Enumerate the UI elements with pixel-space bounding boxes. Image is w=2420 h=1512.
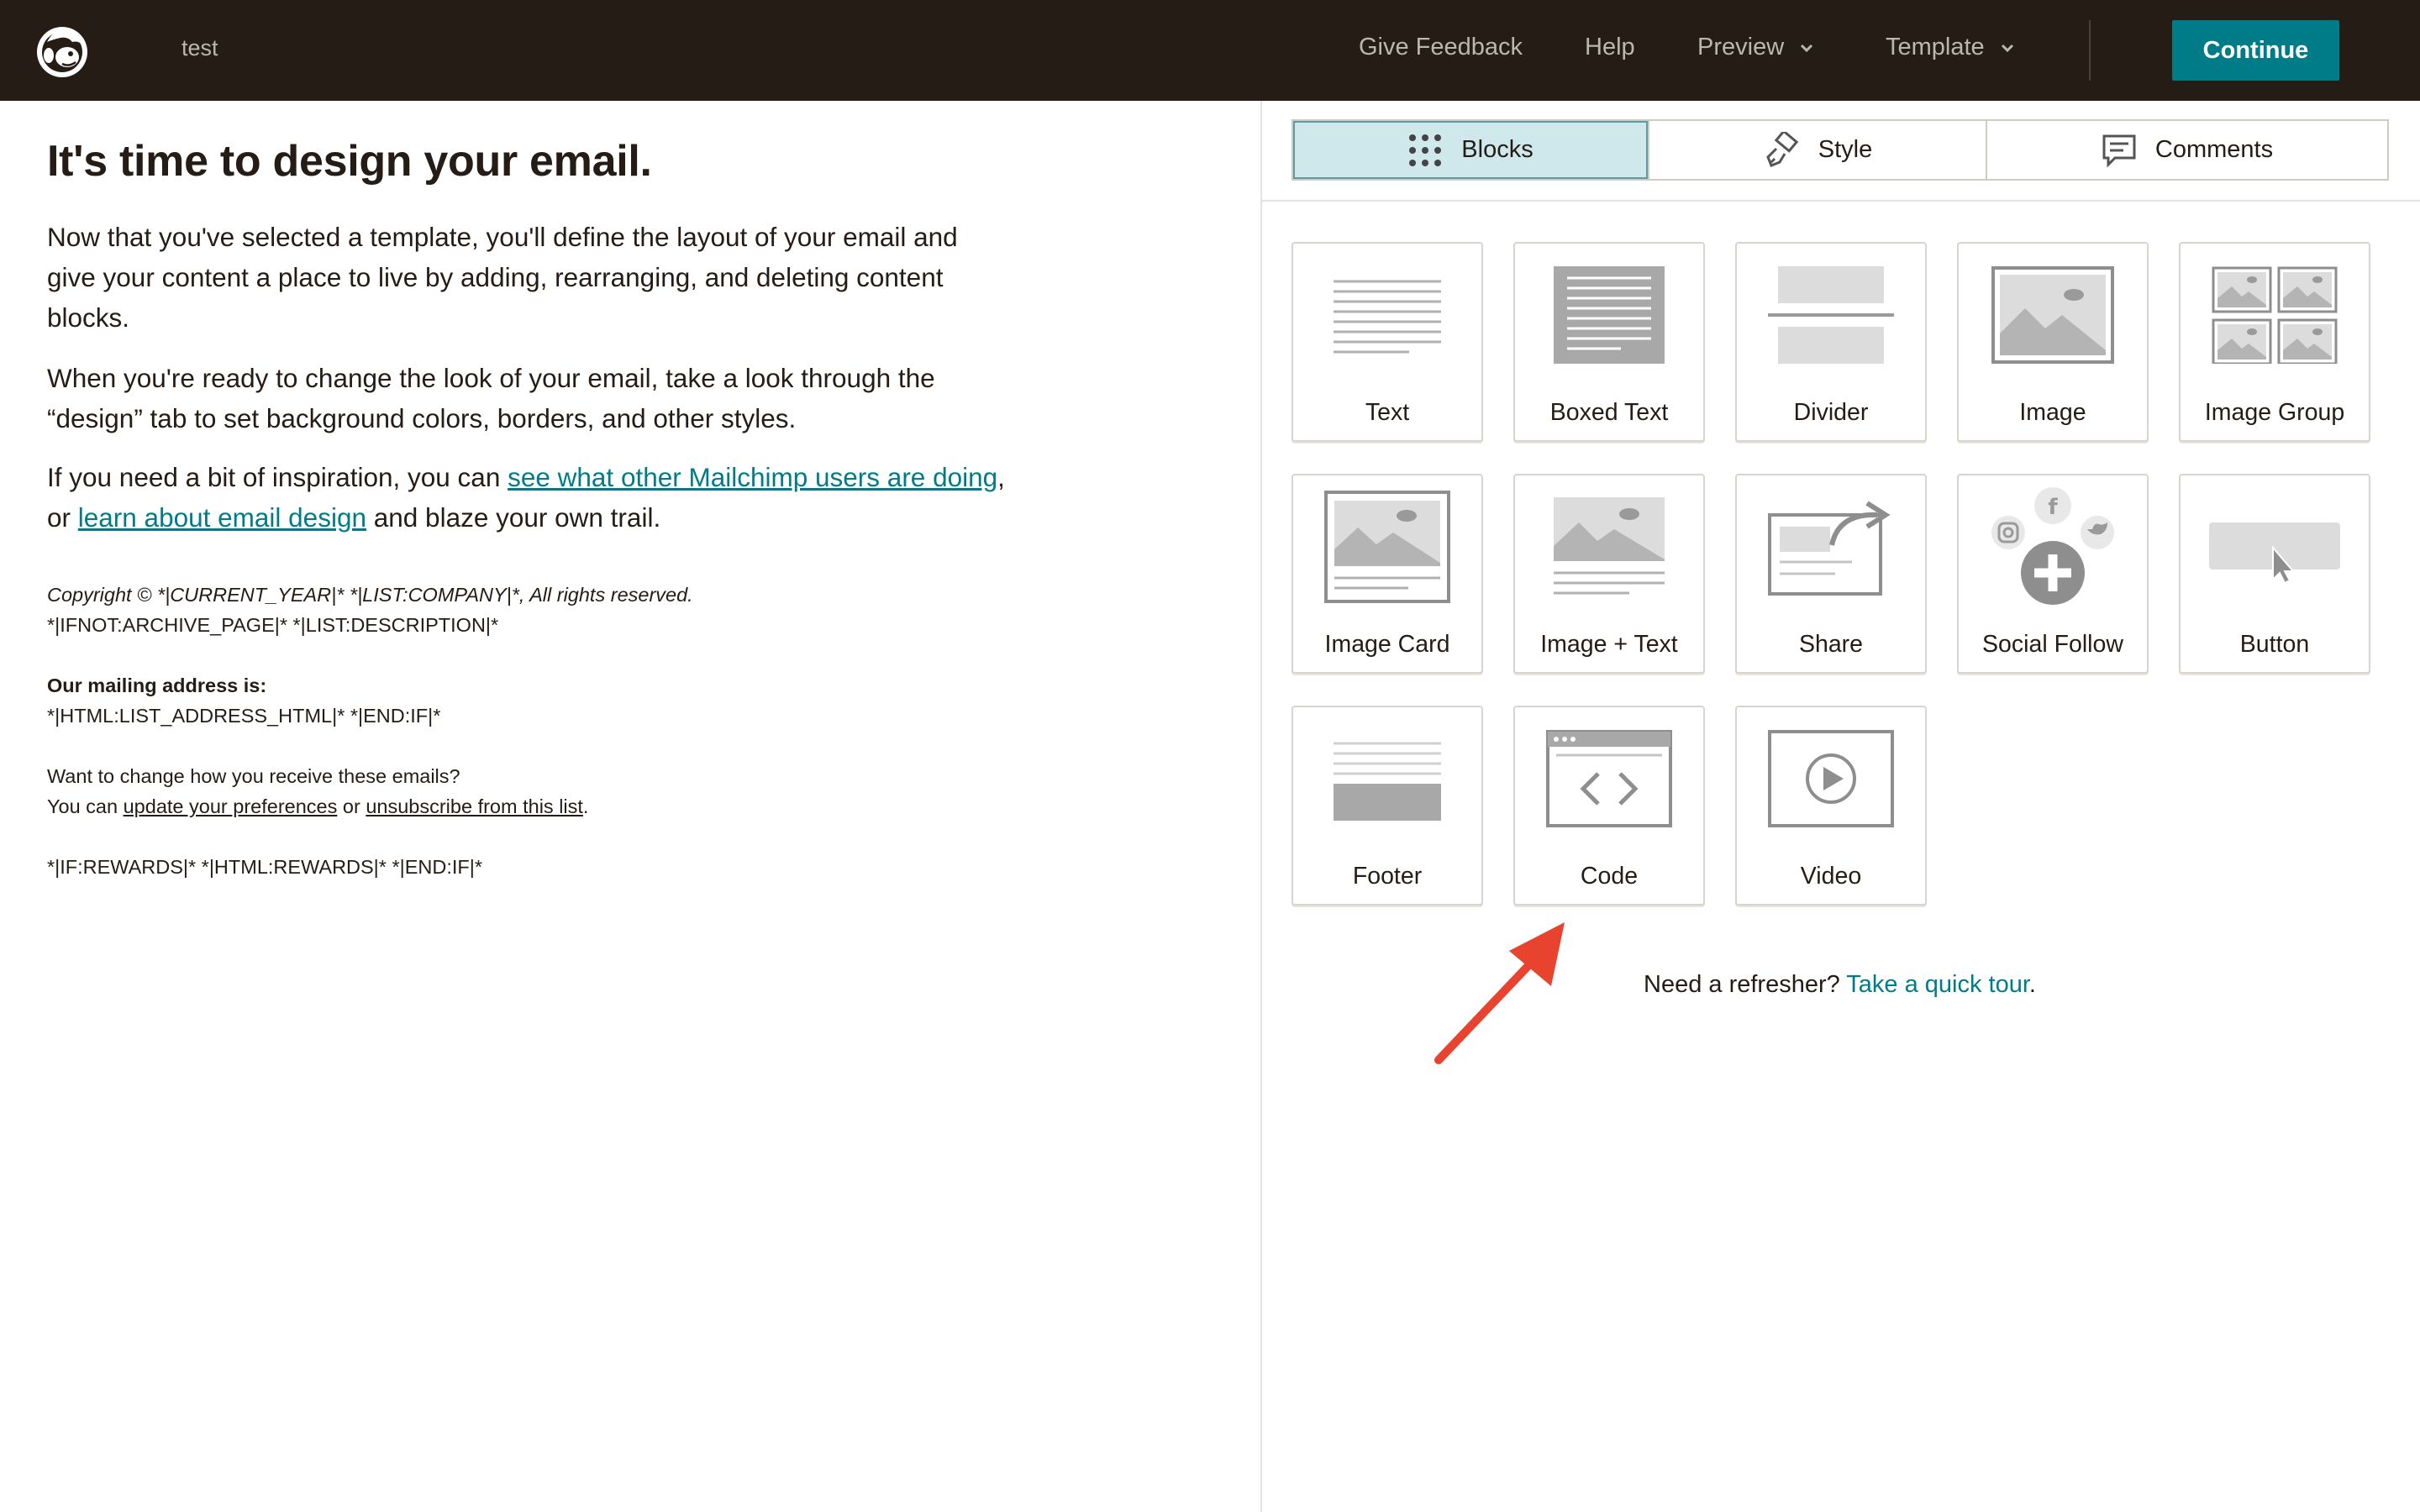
- archive-merge-line: *|IFNOT:ARCHIVE_PAGE|* *|LIST:DESCRIPTIO…: [47, 614, 499, 636]
- tab-comments[interactable]: Comments: [1987, 121, 2387, 179]
- topbar-divider: [2089, 20, 2091, 81]
- refresher-line: Need a refresher? Take a quick tour.: [1644, 971, 2036, 999]
- red-arrow-pointer-icon: [1434, 922, 1565, 1064]
- help-label: Help: [1585, 34, 1635, 60]
- block-code[interactable]: Code: [1513, 706, 1705, 906]
- social-follow-icon: f: [1959, 475, 2147, 618]
- or-text: or: [337, 795, 366, 817]
- block-label: Share: [1798, 631, 1864, 658]
- help-link[interactable]: Help: [1585, 34, 1635, 61]
- block-video[interactable]: Video: [1735, 706, 1927, 906]
- block-text[interactable]: Text: [1292, 242, 1483, 442]
- svg-text:f: f: [2048, 495, 2058, 520]
- template-label: Template: [1886, 34, 1985, 60]
- block-divider[interactable]: Divider: [1735, 242, 1927, 442]
- template-menu[interactable]: Template: [1886, 34, 2017, 61]
- block-label: Button: [2239, 631, 2310, 658]
- block-boxed-text[interactable]: Boxed Text: [1513, 242, 1705, 442]
- preferences-line: You can update your preferences or unsub…: [47, 791, 971, 822]
- tabs-underline: [1262, 200, 2420, 202]
- chevron-down-icon: [2001, 44, 2013, 52]
- tab-blocks[interactable]: Blocks: [1293, 121, 1649, 179]
- sidebar-tabs: Blocks Style Comments: [1292, 119, 2389, 181]
- see-other-users-link[interactable]: see what other Mailchimp users are doing: [508, 462, 997, 492]
- address-merge-line: *|HTML:LIST_ADDRESS_HTML|* *|END:IF|*: [47, 705, 441, 727]
- mailing-address-label: Our mailing address is:: [47, 675, 267, 696]
- chevron-down-icon: [1801, 44, 1813, 52]
- grid-dots-icon: [1407, 133, 1443, 168]
- image-text-icon: [1515, 475, 1703, 618]
- share-icon: [1737, 475, 1925, 618]
- image-card-icon: [1293, 475, 1481, 618]
- preview-label: Preview: [1697, 34, 1785, 60]
- block-image-text[interactable]: Image + Text: [1513, 474, 1705, 674]
- tab-comments-label: Comments: [2154, 136, 2274, 163]
- block-label: Footer: [1352, 863, 1423, 890]
- code-icon: [1515, 707, 1703, 850]
- block-image-group[interactable]: Image Group: [2179, 242, 2370, 442]
- block-label: Divider: [1793, 399, 1869, 426]
- divider-icon: [1737, 244, 1925, 386]
- button-block-icon: [2181, 475, 2369, 618]
- intro-paragraph-3[interactable]: If you need a bit of inspiration, you ca…: [47, 457, 1005, 538]
- block-label: Code: [1580, 863, 1639, 890]
- block-label: Image Group: [2204, 399, 2345, 426]
- period-text: .: [582, 795, 589, 817]
- block-label: Boxed Text: [1549, 399, 1669, 426]
- give-feedback-label: Give Feedback: [1359, 34, 1523, 60]
- block-label: Image: [2019, 399, 2086, 426]
- update-preferences-link[interactable]: update your preferences: [124, 795, 338, 817]
- tab-style-label: Style: [1818, 136, 1873, 163]
- paint-brush-icon: [1763, 131, 1800, 169]
- change-emails-question: Want to change how you receive these ema…: [47, 765, 460, 787]
- intro-paragraph-1[interactable]: Now that you've selected a template, you…: [47, 217, 1005, 338]
- you-can-text: You can: [47, 795, 124, 817]
- video-icon: [1737, 707, 1925, 850]
- rewards-merge-line: *|IF:REWARDS|* *|HTML:REWARDS|* *|END:IF…: [47, 856, 482, 878]
- continue-button[interactable]: Continue: [2172, 20, 2339, 81]
- give-feedback-link[interactable]: Give Feedback: [1359, 34, 1523, 61]
- intro-paragraph-2[interactable]: When you're ready to change the look of …: [47, 358, 1005, 438]
- block-label: Social Follow: [1982, 631, 2123, 658]
- block-footer[interactable]: Footer: [1292, 706, 1483, 906]
- quick-tour-link[interactable]: Take a quick tour: [1846, 971, 2029, 998]
- block-image[interactable]: Image: [1957, 242, 2149, 442]
- pane-divider: [1260, 101, 1262, 1512]
- block-image-card[interactable]: Image Card: [1292, 474, 1483, 674]
- image-icon: [1959, 244, 2147, 386]
- preview-menu[interactable]: Preview: [1697, 34, 1816, 61]
- tab-style[interactable]: Style: [1649, 121, 1987, 179]
- block-button[interactable]: Button: [2179, 474, 2370, 674]
- campaign-name[interactable]: test: [182, 35, 218, 61]
- email-preview-pane: It's time to design your email. Now that…: [0, 101, 1260, 1512]
- learn-email-design-link[interactable]: learn about email design: [78, 502, 366, 533]
- inspiration-text: If you need a bit of inspiration, you ca…: [47, 462, 508, 492]
- blaze-trail-text: and blaze your own trail.: [366, 502, 661, 533]
- mailchimp-logo-icon[interactable]: [29, 17, 96, 84]
- block-label: Video: [1800, 863, 1862, 890]
- footer-preview[interactable]: Copyright © *|CURRENT_YEAR|* *|LIST:COMP…: [47, 580, 971, 882]
- top-bar: test Give Feedback Help Preview Template…: [0, 0, 2420, 101]
- image-group-icon: [2181, 244, 2369, 386]
- intro-heading[interactable]: It's time to design your email.: [47, 136, 652, 186]
- block-social-follow[interactable]: f Social Follow: [1957, 474, 2149, 674]
- footer-icon: [1293, 707, 1481, 850]
- block-label: Image + Text: [1540, 631, 1678, 658]
- copyright-line: Copyright © *|CURRENT_YEAR|* *|LIST:COMP…: [47, 584, 693, 606]
- comment-icon: [2102, 133, 2137, 168]
- text-block-icon: [1293, 244, 1481, 386]
- tab-blocks-label: Blocks: [1461, 136, 1534, 163]
- refresher-text: Need a refresher?: [1644, 971, 1847, 998]
- block-label: Image Card: [1324, 631, 1450, 658]
- boxed-text-icon: [1515, 244, 1703, 386]
- block-share[interactable]: Share: [1735, 474, 1927, 674]
- unsubscribe-link[interactable]: unsubscribe from this list: [366, 795, 583, 817]
- refresher-period: .: [2028, 971, 2036, 998]
- block-label: Text: [1365, 399, 1410, 426]
